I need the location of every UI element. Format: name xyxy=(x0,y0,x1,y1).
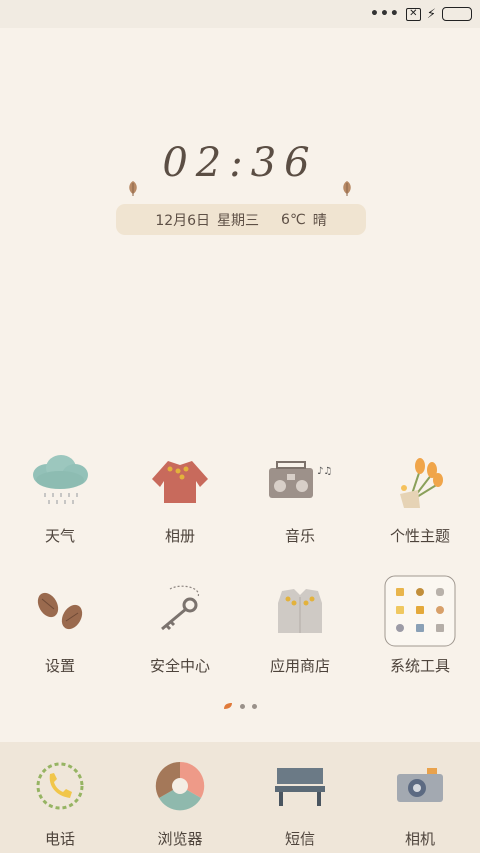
sweater-icon xyxy=(152,461,208,503)
app-phone[interactable]: 电话 xyxy=(0,742,120,853)
app-label: 天气 xyxy=(44,527,75,545)
date-text: 12月6日 xyxy=(155,212,211,229)
weekday-text: 星期三 xyxy=(217,212,260,229)
app-weather[interactable]: 天气 xyxy=(0,445,120,575)
app-browser[interactable]: 浏览器 xyxy=(120,742,240,853)
app-messages[interactable]: 短信 xyxy=(240,742,360,853)
key-icon xyxy=(161,585,199,631)
more-icon: ••• xyxy=(370,6,400,22)
app-camera[interactable]: 相机 xyxy=(360,742,480,853)
pinecone-icon xyxy=(37,592,83,630)
flowers-icon xyxy=(400,458,443,508)
app-label: 短信 xyxy=(284,830,315,848)
app-security[interactable]: 安全中心 xyxy=(120,575,240,705)
page-dot[interactable] xyxy=(240,703,245,709)
battery-icon xyxy=(442,7,472,21)
weather-text: 晴 xyxy=(312,212,327,229)
charging-icon: ⚡ xyxy=(426,6,436,22)
clock-widget[interactable]: 02:36 xyxy=(0,140,480,196)
no-sim-icon: ✕ xyxy=(405,7,421,21)
svg-text:♪♫: ♪♫ xyxy=(317,466,332,477)
dock: 电话 浏览器 短信 相机 xyxy=(0,742,480,853)
leaf-icon xyxy=(129,181,137,196)
clock-time: 02:36 xyxy=(162,140,318,186)
radio-icon: ♪♫ xyxy=(269,461,332,498)
app-label: 安全中心 xyxy=(149,657,210,675)
cloud-rain-icon xyxy=(33,455,88,504)
app-label: 个性主题 xyxy=(389,527,450,545)
leaf-icon xyxy=(343,181,351,196)
bench-icon xyxy=(275,768,325,806)
app-label: 浏览器 xyxy=(157,830,203,848)
page-dot[interactable] xyxy=(252,703,257,709)
app-label: 系统工具 xyxy=(389,657,450,675)
app-themes[interactable]: 个性主题 xyxy=(360,445,480,575)
leaf-page-icon xyxy=(224,703,232,709)
app-system-tools[interactable]: 系统工具 xyxy=(360,575,480,705)
app-music[interactable]: ♪♫ 音乐 xyxy=(240,445,360,575)
folder-icon xyxy=(384,575,456,647)
status-bar: ••• ✕ ⚡ xyxy=(0,0,480,28)
app-label: 电话 xyxy=(44,830,75,848)
phone-icon xyxy=(36,762,84,810)
browser-icon xyxy=(155,761,205,811)
app-label: 相册 xyxy=(164,527,195,545)
app-label: 应用商店 xyxy=(269,657,330,675)
app-grid: 天气 相册 ♪♫ 音乐 个性主题 设置 安全中心 应用商店 系统工具 xyxy=(0,445,480,705)
app-settings[interactable]: 设置 xyxy=(0,575,120,705)
cardigan-icon xyxy=(278,589,322,633)
app-label: 相机 xyxy=(404,830,435,848)
temperature-text: 6℃ xyxy=(281,211,306,228)
app-gallery[interactable]: 相册 xyxy=(120,445,240,575)
camera-icon xyxy=(397,768,443,802)
app-label: 音乐 xyxy=(284,527,315,545)
app-store[interactable]: 应用商店 xyxy=(240,575,360,705)
date-weather-pill[interactable]: 12月6日 星期三 6℃ 晴 xyxy=(116,204,366,235)
app-label: 设置 xyxy=(44,657,75,675)
page-indicator xyxy=(0,702,480,710)
